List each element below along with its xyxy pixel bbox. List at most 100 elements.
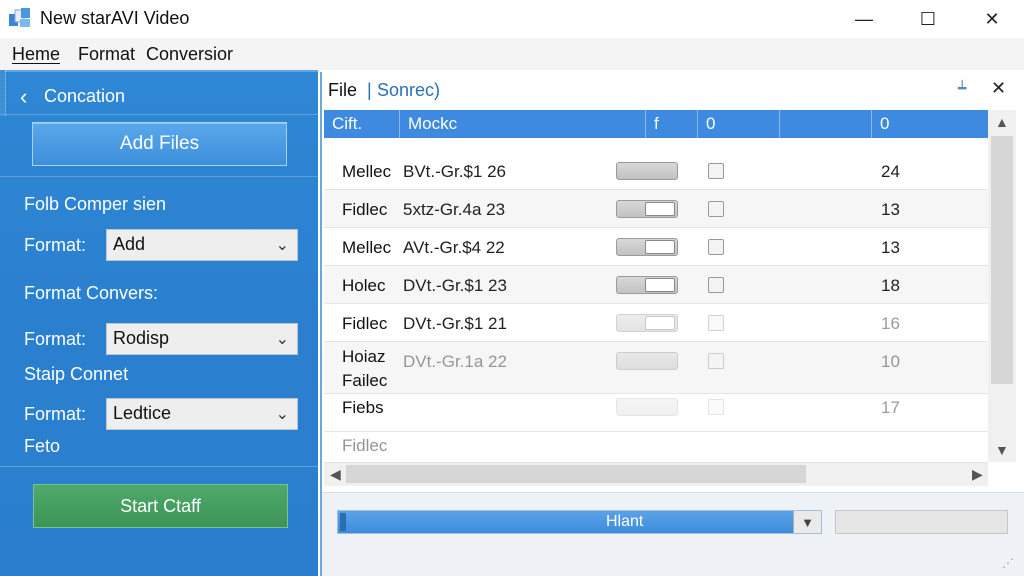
row-checkbox[interactable]: [708, 277, 724, 293]
row-count: 13: [881, 238, 900, 257]
menu-home[interactable]: Heme: [12, 44, 60, 65]
format-select-2[interactable]: Rodisp ⌄: [106, 323, 298, 355]
table-row[interactable]: Mellec AVt.-Gr.$4 22 13: [324, 228, 988, 266]
table-row[interactable]: Mellec BVt.-Gr.$1 26 24: [324, 152, 988, 190]
toggle-bar[interactable]: [616, 352, 678, 370]
table-row[interactable]: Fidlec DVt.-Gr.$1 21 16: [324, 304, 988, 342]
chevron-left-icon[interactable]: ‹: [20, 84, 27, 110]
scroll-down-icon[interactable]: ▼: [995, 442, 1009, 458]
close-icon[interactable]: ✕: [991, 78, 1006, 99]
toggle-knob: [645, 278, 675, 292]
row-desc: DVt.-Gr.1a 22: [403, 352, 507, 371]
chevron-down-icon: ⌄: [275, 237, 289, 254]
format-label: Format:: [24, 235, 87, 255]
table-row[interactable]: Fidlec: [324, 432, 988, 462]
table-header: Cift. Mockc f 0 0: [324, 110, 988, 138]
section-title: Folb Comper sien: [24, 194, 167, 214]
row-checkbox[interactable]: [708, 239, 724, 255]
sidebar-divider: [0, 466, 318, 467]
close-button[interactable]: ✕: [960, 0, 1024, 38]
row-name: Mellec: [342, 162, 392, 181]
sidebar-grip[interactable]: [0, 70, 6, 116]
table-row[interactable]: Fiebs 17: [324, 394, 988, 432]
scroll-right-icon[interactable]: ▶: [972, 466, 983, 483]
table-row[interactable]: Holec DVt.-Gr.$1 23 18: [324, 266, 988, 304]
maximize-button[interactable]: ☐: [896, 0, 960, 38]
toggle-bar[interactable]: [616, 200, 678, 218]
toggle-knob: [645, 240, 675, 254]
panel-separator: |: [367, 80, 372, 100]
row-name: Fidlec: [342, 436, 388, 455]
row-name: Fiebs: [342, 398, 384, 417]
pin-icon[interactable]: ┷: [958, 80, 966, 97]
toggle-knob: [645, 316, 675, 330]
minimize-button[interactable]: —: [832, 0, 896, 38]
select-cap: [340, 513, 346, 531]
footer-label: Feto: [24, 436, 61, 456]
format-label: Format:: [24, 329, 87, 349]
toggle-bar[interactable]: [616, 238, 678, 256]
section-title: Staip Connet: [24, 364, 129, 384]
menu-format[interactable]: Format: [78, 44, 135, 65]
toggle-bar[interactable]: [616, 162, 678, 180]
column-header[interactable]: Cift.: [324, 110, 400, 138]
vertical-scroll-thumb[interactable]: [991, 136, 1013, 384]
window-title: New starAVI Video: [40, 8, 190, 28]
toggle-bar[interactable]: [616, 276, 678, 294]
row-name: Hoiaz: [342, 347, 386, 366]
row-checkbox[interactable]: [708, 201, 724, 217]
panel-source-label[interactable]: Sonrec): [377, 80, 440, 101]
panel-file-label: File: [328, 80, 358, 100]
column-header[interactable]: [780, 110, 872, 138]
start-button[interactable]: Start Ctaff: [33, 484, 288, 528]
row-count: 18: [881, 276, 900, 295]
output-field[interactable]: [835, 510, 1008, 534]
column-header[interactable]: 0: [872, 110, 988, 138]
app-icon: [9, 8, 30, 27]
title-bar: New starAVI Video — ☐ ✕: [0, 0, 1024, 38]
horizontal-scroll-thumb[interactable]: [346, 465, 806, 483]
row-count: 17: [881, 398, 900, 417]
column-header[interactable]: Mockc: [400, 110, 646, 138]
toggle-bar[interactable]: [616, 314, 678, 332]
menu-conversion[interactable]: Conversior: [146, 44, 233, 65]
row-checkbox[interactable]: [708, 353, 724, 369]
bottom-bar: [322, 492, 1024, 576]
row-count: 24: [881, 162, 900, 181]
scroll-up-icon[interactable]: ▲: [995, 114, 1009, 130]
scroll-left-icon[interactable]: ◀: [330, 466, 341, 483]
file-table: Mellec BVt.-Gr.$1 26 24 Fidlec 5xtz-Gr.4…: [324, 138, 988, 462]
chevron-down-icon: ⌄: [275, 331, 289, 348]
table-row[interactable]: Fidlec 5xtz-Gr.4a 23 13: [324, 190, 988, 228]
table-row[interactable]: Hoiaz Failec DVt.-Gr.1a 22 10: [324, 342, 988, 394]
row-desc: DVt.-Gr.$1 21: [403, 314, 507, 333]
row-desc: BVt.-Gr.$1 26: [403, 162, 506, 181]
select-value: Add: [113, 234, 146, 254]
select-value: Ledtice: [113, 403, 172, 423]
row-count: 10: [881, 352, 900, 371]
toggle-knob: [645, 202, 675, 216]
row-desc: DVt.-Gr.$1 23: [403, 276, 507, 295]
sidebar-divider: [0, 176, 318, 177]
back-label[interactable]: Concation: [44, 86, 125, 107]
row-name: Holec: [342, 276, 386, 295]
add-files-button[interactable]: Add Files: [32, 122, 287, 166]
chevron-down-icon[interactable]: ▼: [793, 511, 821, 533]
format-select-1[interactable]: Add ⌄: [106, 229, 298, 261]
format-label: Format:: [24, 404, 87, 424]
row-name-secondary: Failec: [342, 371, 388, 390]
column-header[interactable]: f: [646, 110, 698, 138]
row-checkbox[interactable]: [708, 163, 724, 179]
row-desc: 5xtz-Gr.4a 23: [403, 200, 506, 219]
select-value: Hlant: [606, 513, 644, 530]
toggle-bar[interactable]: [616, 398, 678, 416]
row-checkbox[interactable]: [708, 315, 724, 331]
resize-grip-icon[interactable]: ⋰: [1002, 556, 1014, 570]
row-checkbox[interactable]: [708, 399, 724, 415]
row-count: 16: [881, 314, 900, 333]
menu-bar: Heme Format Conversior: [0, 38, 1024, 70]
output-select[interactable]: Hlant ▼: [337, 510, 822, 534]
row-name: Fidlec: [342, 200, 388, 219]
column-header[interactable]: 0: [698, 110, 780, 138]
format-select-3[interactable]: Ledtice ⌄: [106, 398, 298, 430]
